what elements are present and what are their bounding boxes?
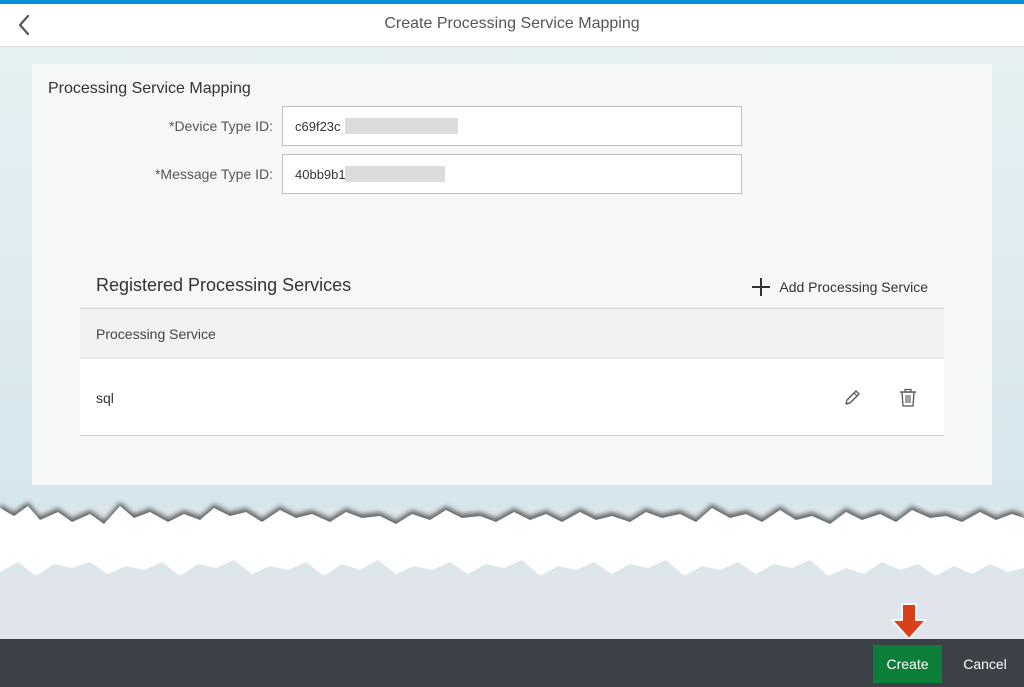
table-column-header: Processing Service	[80, 309, 944, 359]
message-type-label: *Message Type ID:	[73, 166, 273, 182]
device-type-label-text: Device Type ID:	[174, 118, 273, 134]
add-processing-service-button[interactable]: Add Processing Service	[751, 276, 928, 298]
table-row[interactable]: sql	[80, 359, 944, 436]
lower-background	[0, 575, 1024, 639]
redaction-block	[345, 118, 458, 134]
plus-icon	[752, 278, 771, 296]
create-button[interactable]: Create	[873, 645, 942, 683]
section-title: Processing Service Mapping	[48, 80, 251, 97]
device-type-field[interactable]: c69f23c	[282, 106, 742, 146]
message-type-row: *Message Type ID: 40bb9b1	[32, 154, 992, 194]
device-type-value: c69f23c	[295, 119, 341, 134]
device-type-row: *Device Type ID: c69f23c	[32, 106, 992, 146]
service-name: sql	[96, 390, 114, 406]
trash-icon	[900, 388, 916, 407]
arrow-down-icon	[891, 603, 927, 640]
page-header: Create Processing Service Mapping	[0, 4, 1024, 47]
device-type-label: *Device Type ID:	[73, 118, 273, 134]
cancel-button[interactable]: Cancel	[950, 645, 1020, 683]
message-type-label-text: Message Type ID:	[160, 166, 273, 182]
pencil-icon	[845, 390, 860, 405]
redaction-block	[345, 166, 445, 182]
processing-services-table: Registered Processing Services Add Proce…	[80, 260, 944, 436]
edit-button[interactable]	[841, 387, 863, 409]
message-type-value: 40bb9b1	[295, 167, 346, 182]
table-toolbar: Registered Processing Services Add Proce…	[80, 260, 944, 309]
table-title: Registered Processing Services	[96, 275, 352, 295]
footer-toolbar: Create Cancel	[0, 639, 1024, 687]
add-processing-service-label: Add Processing Service	[779, 279, 928, 295]
delete-button[interactable]	[897, 387, 919, 409]
message-type-field[interactable]: 40bb9b1	[282, 154, 742, 194]
page-title: Create Processing Service Mapping	[384, 15, 640, 32]
mapping-panel: Processing Service Mapping *Device Type …	[32, 64, 992, 485]
column-processing-service: Processing Service	[96, 326, 216, 342]
